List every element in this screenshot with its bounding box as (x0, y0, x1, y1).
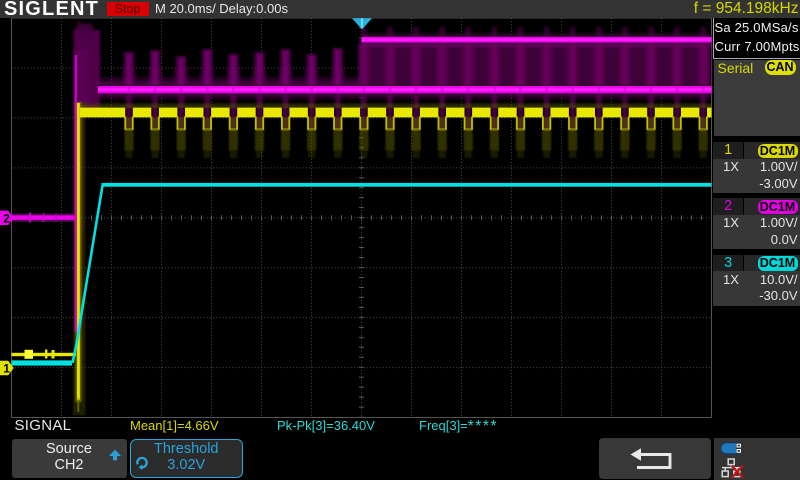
svg-text:2: 2 (3, 211, 10, 225)
svg-text:1: 1 (3, 362, 10, 376)
